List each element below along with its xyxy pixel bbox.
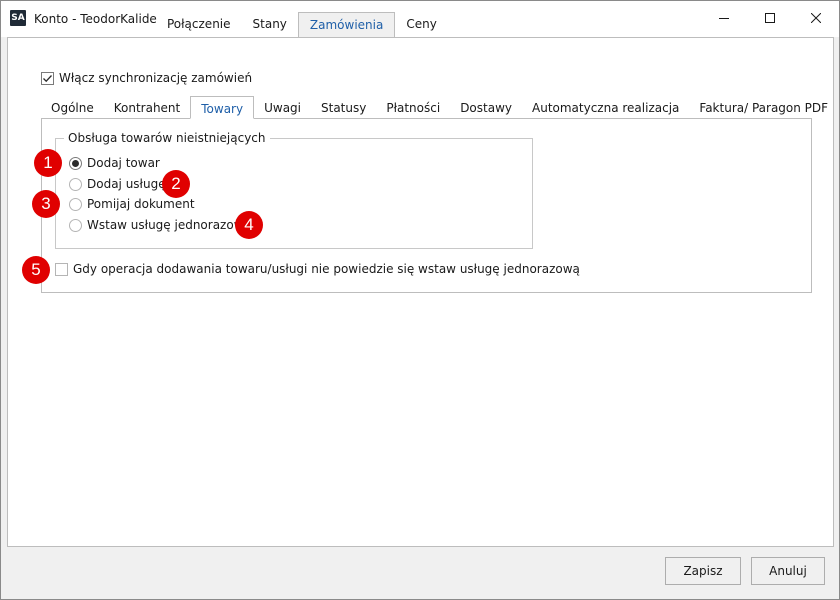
checkmark-icon (43, 74, 52, 82)
tab-statusy[interactable]: Statusy (311, 96, 376, 119)
add-service-label: Dodaj usługę (87, 177, 166, 191)
tab-ogolne[interactable]: Ogólne (41, 96, 104, 119)
maximize-button[interactable] (747, 1, 793, 35)
radio-selected-dot (72, 159, 79, 167)
sync-orders-option[interactable]: Włącz synchronizację zamówień (41, 71, 252, 85)
window-title: Konto - TeodorKalide (34, 12, 157, 26)
tab-uwagi[interactable]: Uwagi (254, 96, 311, 119)
fallback-checkbox[interactable] (55, 262, 68, 276)
tab-dostawy[interactable]: Dostawy (450, 96, 522, 119)
tab-automatyczna-realizacja[interactable]: Automatyczna realizacja (522, 96, 689, 119)
sync-orders-checkbox[interactable] (41, 71, 54, 85)
close-icon (811, 13, 821, 23)
maximize-icon (765, 13, 775, 23)
add-product-radio[interactable] (69, 156, 82, 170)
option-one-time-service[interactable]: Wstaw usługę jednorazową (69, 218, 251, 232)
sync-orders-label: Włącz synchronizację zamówień (59, 71, 253, 85)
nonexistent-products-group: Obsługa towarów nieistniejących (55, 131, 533, 249)
tab-ceny[interactable]: Ceny (395, 12, 447, 37)
minimize-button[interactable] (701, 1, 747, 35)
tab-platnosci[interactable]: Płatności (376, 96, 450, 119)
tab-kontrahent[interactable]: Kontrahent (104, 96, 191, 119)
option-skip-document[interactable]: Pomijaj dokument (69, 197, 195, 211)
group-title: Obsługa towarów nieistniejących (64, 131, 270, 145)
minimize-icon (719, 18, 729, 19)
annotation-marker-5: 5 (22, 256, 50, 284)
annotation-marker-1: 1 (34, 149, 62, 177)
skip-document-label: Pomijaj dokument (87, 197, 195, 211)
one-time-service-label: Wstaw usługę jednorazową (87, 218, 251, 232)
add-service-radio[interactable] (69, 177, 82, 191)
skip-document-radio[interactable] (69, 197, 82, 211)
option-add-product[interactable]: Dodaj towar (69, 156, 160, 170)
inner-tab-bar: Ogólne Kontrahent Towary Uwagi Statusy P… (41, 96, 838, 119)
tab-towary[interactable]: Towary (190, 96, 255, 119)
account-window: SA Konto - TeodorKalide Połączenie Stany… (0, 0, 840, 600)
tab-zamowienia[interactable]: Zamówienia (297, 12, 396, 37)
title-bar: SA Konto - TeodorKalide Połączenie Stany… (1, 1, 839, 37)
fallback-option[interactable]: Gdy operacja dodawania towaru/usługi nie… (55, 262, 580, 276)
orders-panel: Włącz synchronizację zamówień Ogólne Kon… (7, 37, 834, 547)
one-time-service-radio[interactable] (69, 218, 82, 232)
close-button[interactable] (793, 1, 839, 35)
annotation-marker-4: 4 (235, 211, 263, 239)
save-button[interactable]: Zapisz (665, 557, 741, 585)
add-product-label: Dodaj towar (87, 156, 160, 170)
tab-polaczenie[interactable]: Połączenie (156, 12, 242, 37)
annotation-marker-3: 3 (32, 190, 60, 218)
option-add-service[interactable]: Dodaj usługę (69, 177, 166, 191)
top-tab-bar: Połączenie Stany Zamówienia Ceny (156, 12, 448, 37)
fallback-label: Gdy operacja dodawania towaru/usługi nie… (73, 262, 580, 276)
tab-stany[interactable]: Stany (242, 12, 298, 37)
cancel-button[interactable]: Anuluj (751, 557, 825, 585)
annotation-marker-2: 2 (162, 170, 190, 198)
tab-faktura-paragon-pdf[interactable]: Faktura/ Paragon PDF (689, 96, 838, 119)
app-logo-icon: SA (10, 10, 26, 26)
